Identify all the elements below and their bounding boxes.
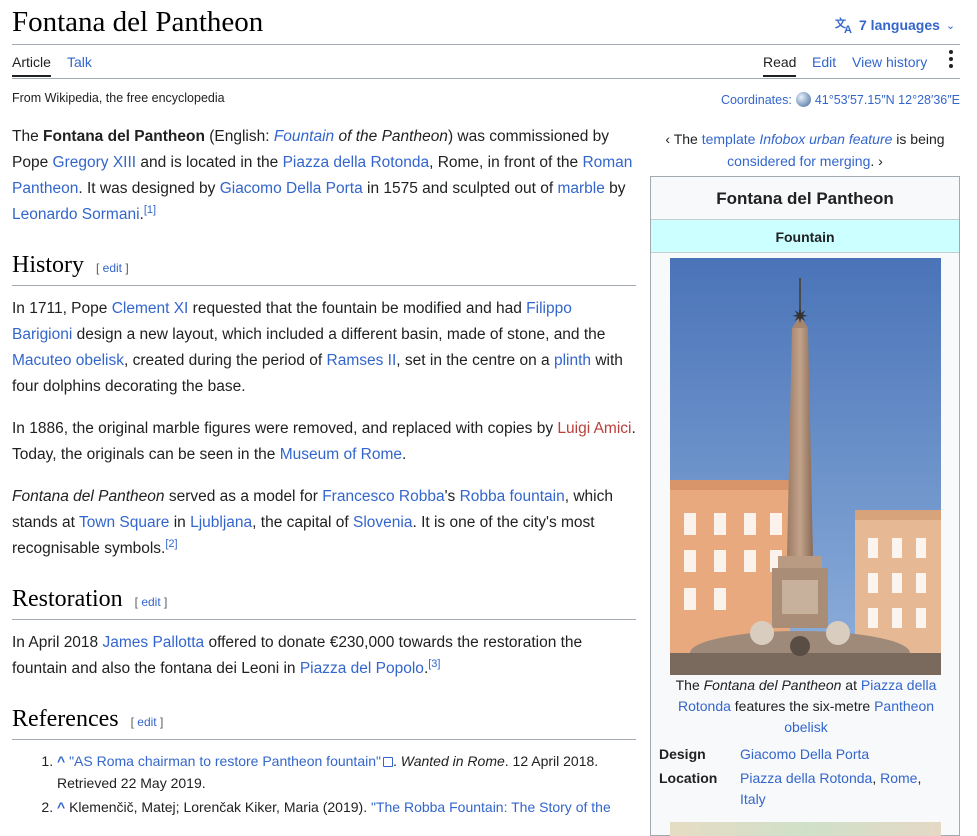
citation-2[interactable]: [2] xyxy=(165,538,177,550)
link-location-italy[interactable]: Italy xyxy=(740,791,766,807)
location-label: Location xyxy=(659,770,718,786)
external-link-icon xyxy=(382,757,393,767)
link-piazza-del-popolo[interactable]: Piazza del Popolo xyxy=(300,660,424,677)
reference-item: ^ "AS Roma chairman to restore Pantheon … xyxy=(57,750,636,794)
citation-3[interactable]: [3] xyxy=(428,658,440,670)
title-divider xyxy=(12,44,960,45)
infobox-type: Fountain xyxy=(651,219,959,253)
languages-button[interactable]: 文 A 7 languages ⌄ xyxy=(835,16,955,34)
section-heading-references: References [ edit ] xyxy=(12,706,636,740)
link-james-pallotta[interactable]: James Pallotta xyxy=(102,634,204,651)
reference-item: ^ Klemenčič, Matej; Lorenčak Kiker, Mari… xyxy=(57,796,636,818)
restoration-paragraph: In April 2018 James Pallotta offered to … xyxy=(12,634,583,677)
link-location-piazza[interactable]: Piazza della Rotonda xyxy=(740,770,872,786)
link-town-square[interactable]: Town Square xyxy=(79,514,169,531)
languages-label: 7 languages xyxy=(859,17,940,33)
tab-talk[interactable]: Talk xyxy=(67,54,92,70)
link-design-value[interactable]: Giacomo Della Porta xyxy=(740,744,869,765)
reference-link[interactable]: "The Robba Fountain: The Story of the xyxy=(371,799,611,815)
translate-icon: 文 A xyxy=(835,16,852,34)
tab-edit[interactable]: Edit xyxy=(812,54,836,70)
link-ramses-ii[interactable]: Ramses II xyxy=(327,352,397,369)
tab-article[interactable]: Article xyxy=(12,54,51,77)
section-heading-restoration: Restoration [ edit ] xyxy=(12,586,636,620)
infobox-row-location: Location Piazza della Rotonda, Rome, Ita… xyxy=(659,768,954,810)
svg-text:A: A xyxy=(844,24,852,34)
infobox-row-design: Design Giacomo Della Porta xyxy=(659,744,954,765)
intro-paragraph: The Fontana del Pantheon (English: Fount… xyxy=(12,128,633,223)
edit-section-history[interactable]: edit xyxy=(103,261,122,275)
link-piazza-della-rotonda[interactable]: Piazza della Rotonda xyxy=(283,154,430,171)
more-actions-icon[interactable] xyxy=(947,50,955,68)
backlink-caret[interactable]: ^ xyxy=(57,799,65,815)
link-infobox-template[interactable]: Infobox urban feature xyxy=(759,131,892,147)
fountain-photo[interactable]: ✷ xyxy=(670,258,941,675)
link-museum-of-rome[interactable]: Museum of Rome xyxy=(280,446,402,463)
link-ljubljana[interactable]: Ljubljana xyxy=(190,514,252,531)
coordinates-link[interactable]: 41°53′57.15″N 12°28′36″E xyxy=(815,93,960,107)
link-robba-fountain[interactable]: Robba fountain xyxy=(460,488,565,505)
link-slovenia[interactable]: Slovenia xyxy=(353,514,412,531)
citation-1[interactable]: [1] xyxy=(144,204,156,216)
history-paragraph-3: Fontana del Pantheon served as a model f… xyxy=(12,488,613,557)
link-clement-xi[interactable]: Clement XI xyxy=(112,300,189,317)
section-heading-history: History [ edit ] xyxy=(12,252,636,286)
link-francesco-robba[interactable]: Francesco Robba xyxy=(322,488,444,505)
infobox-title: Fontana del Pantheon xyxy=(716,189,894,208)
link-marble[interactable]: marble xyxy=(557,180,604,197)
link-location-rome[interactable]: Rome xyxy=(880,770,917,786)
location-map-image[interactable] xyxy=(670,822,941,836)
reference-link[interactable]: "AS Roma chairman to restore Pantheon fo… xyxy=(69,753,381,769)
chevron-down-icon: ⌄ xyxy=(945,19,956,32)
link-considered-for-merging[interactable]: considered for merging xyxy=(727,153,870,169)
infobox-caption: The Fontana del Pantheon at Piazza della… xyxy=(675,677,937,735)
globe-icon[interactable] xyxy=(795,92,811,107)
tabs-divider xyxy=(12,78,960,79)
svg-text:✷: ✷ xyxy=(792,304,809,328)
tagline: From Wikipedia, the free encyclopedia xyxy=(12,91,225,105)
edit-section-restoration[interactable]: edit xyxy=(141,595,160,609)
edit-section-references[interactable]: edit xyxy=(137,715,156,729)
tab-read[interactable]: Read xyxy=(763,54,797,77)
link-leonardo-sormani[interactable]: Leonardo Sormani xyxy=(12,206,140,223)
backlink-caret[interactable]: ^ xyxy=(57,753,65,769)
link-template[interactable]: template xyxy=(702,131,756,147)
history-paragraph-1: In 1711, Pope Clement XI requested that … xyxy=(12,300,623,395)
coordinates-label: Coordinates: xyxy=(720,92,792,107)
article-body: The Fontana del Pantheon (English: Fount… xyxy=(12,124,636,820)
link-plinth[interactable]: plinth xyxy=(554,352,591,369)
history-paragraph-2: In 1886, the original marble figures wer… xyxy=(12,420,636,463)
infobox: Fontana del Pantheon Fountain ✷ The Font… xyxy=(650,176,960,836)
link-fountain[interactable]: Fountain xyxy=(274,128,334,145)
link-luigi-amici[interactable]: Luigi Amici xyxy=(557,420,631,437)
design-label: Design xyxy=(659,746,706,762)
merge-notice: ‹ The template Infobox urban feature is … xyxy=(665,131,945,169)
link-macuteo-obelisk[interactable]: Macuteo obelisk xyxy=(12,352,124,369)
tab-view-history[interactable]: View history xyxy=(852,54,927,70)
location-value: Piazza della Rotonda, Rome, Italy xyxy=(740,770,922,807)
page-title: Fontana del Pantheon xyxy=(12,6,264,38)
references-list: ^ "AS Roma chairman to restore Pantheon … xyxy=(12,750,636,818)
link-gregory-xiii[interactable]: Gregory XIII xyxy=(53,154,137,171)
coordinates: Coordinates: 41°53′57.15″N 12°28′36″E xyxy=(721,92,960,107)
link-giacomo-della-porta[interactable]: Giacomo Della Porta xyxy=(220,180,363,197)
